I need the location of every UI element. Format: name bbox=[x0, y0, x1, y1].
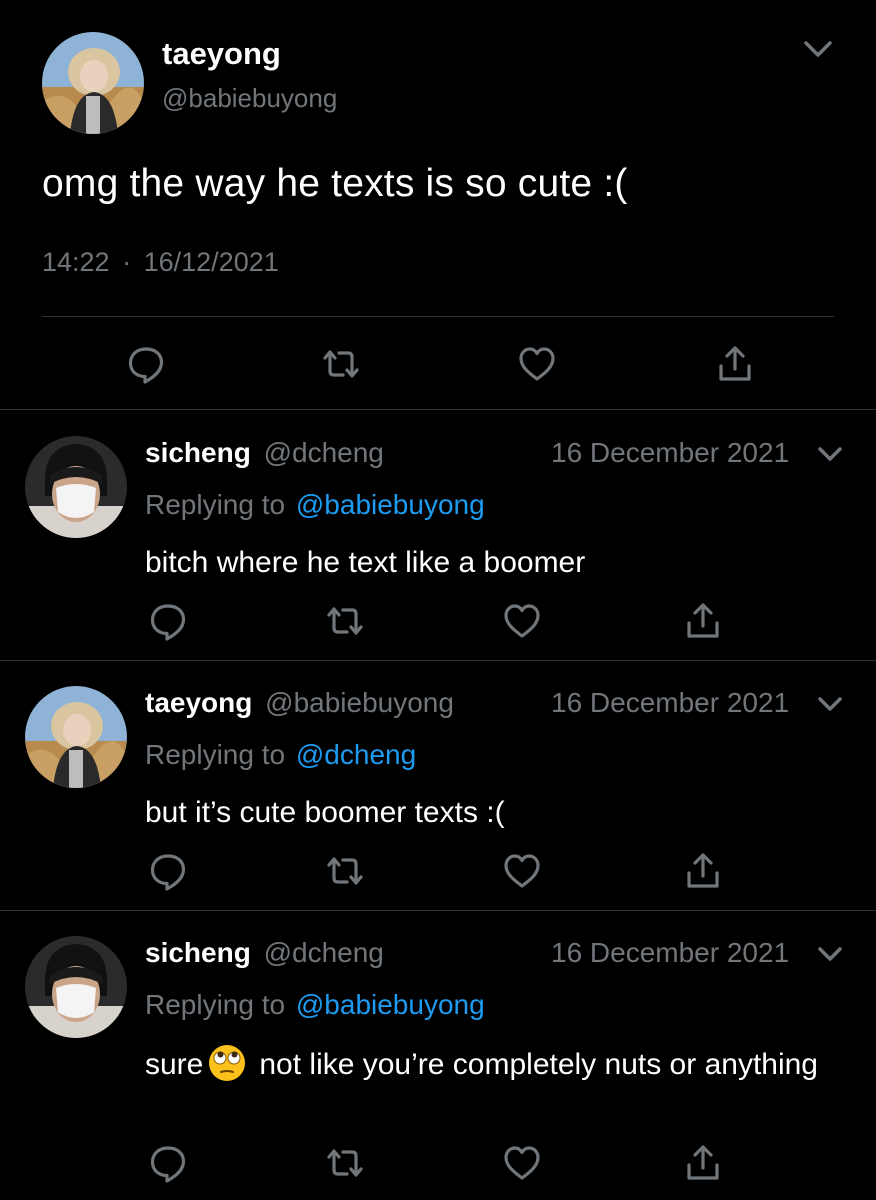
more-chevron-icon[interactable] bbox=[815, 944, 845, 966]
reply-author[interactable]: taeyong @babiebuyong bbox=[145, 687, 454, 719]
share-icon[interactable] bbox=[715, 344, 755, 384]
author-handle: @babiebuyong bbox=[265, 687, 454, 718]
reply-date[interactable]: 16 December 2021 bbox=[551, 437, 789, 469]
reply-author[interactable]: sicheng @dcheng bbox=[145, 937, 384, 969]
share-icon[interactable] bbox=[683, 1143, 723, 1183]
avatar-sicheng[interactable] bbox=[25, 936, 127, 1038]
reply-icon[interactable] bbox=[126, 344, 166, 384]
author-handle[interactable]: @babiebuyong bbox=[162, 83, 337, 114]
replying-to-label: Replying to bbox=[145, 989, 286, 1020]
reply-icon[interactable] bbox=[148, 851, 188, 891]
like-icon[interactable] bbox=[502, 601, 542, 641]
tweet-time: 14:22 bbox=[42, 247, 110, 277]
author-handle: @dcheng bbox=[263, 437, 384, 468]
replying-to-label: Replying to bbox=[145, 489, 286, 520]
more-chevron-icon[interactable] bbox=[815, 444, 845, 466]
author-display-name: taeyong bbox=[145, 687, 253, 718]
reply-text: sure not like you’re completely nuts or a… bbox=[145, 1043, 845, 1085]
timestamp-separator: · bbox=[122, 247, 132, 277]
reply-text: but it’s cute boomer texts :( bbox=[145, 796, 505, 829]
author-display-name[interactable]: taeyong bbox=[162, 36, 281, 72]
replying-to-handle[interactable]: @babiebuyong bbox=[296, 489, 485, 520]
replying-to: Replying to @babiebuyong bbox=[145, 989, 485, 1021]
tweet-text: omg the way he texts is so cute :( bbox=[42, 162, 628, 205]
replying-to-label: Replying to bbox=[145, 739, 286, 770]
like-icon[interactable] bbox=[517, 344, 557, 384]
face-with-rolling-eyes-icon bbox=[207, 1043, 247, 1083]
reply-author[interactable]: sicheng @dcheng bbox=[145, 437, 384, 469]
reply-text: bitch where he text like a boomer bbox=[145, 546, 586, 579]
tweet-timestamp[interactable]: 14:22 · 16/12/2021 bbox=[42, 247, 279, 278]
avatar-sicheng[interactable] bbox=[25, 436, 127, 538]
more-chevron-icon[interactable] bbox=[800, 35, 836, 63]
reply-date[interactable]: 16 December 2021 bbox=[551, 937, 789, 969]
replying-to: Replying to @dcheng bbox=[145, 739, 416, 771]
retweet-icon[interactable] bbox=[325, 851, 365, 891]
reply-tweet[interactable]: sicheng @dcheng 16 December 2021 Replyin… bbox=[0, 910, 876, 1200]
reply-icon[interactable] bbox=[148, 1143, 188, 1183]
reply-date[interactable]: 16 December 2021 bbox=[551, 687, 789, 719]
reply-text-part: not like you’re completely nuts or anyth… bbox=[259, 1048, 818, 1081]
replying-to-handle[interactable]: @babiebuyong bbox=[296, 989, 485, 1020]
like-icon[interactable] bbox=[502, 1143, 542, 1183]
reply-tweet[interactable]: taeyong @babiebuyong 16 December 2021 Re… bbox=[0, 660, 876, 910]
reply-tweet[interactable]: sicheng @dcheng 16 December 2021 Replyin… bbox=[0, 410, 876, 660]
reply-text-part: sure bbox=[145, 1048, 204, 1081]
reply-icon[interactable] bbox=[148, 601, 188, 641]
avatar-taeyong[interactable] bbox=[42, 32, 144, 134]
replying-to-handle[interactable]: @dcheng bbox=[296, 739, 416, 770]
avatar-taeyong[interactable] bbox=[25, 686, 127, 788]
more-chevron-icon[interactable] bbox=[815, 694, 845, 716]
retweet-icon[interactable] bbox=[325, 601, 365, 641]
author-display-name: sicheng bbox=[145, 437, 251, 468]
divider bbox=[42, 316, 834, 317]
share-icon[interactable] bbox=[683, 601, 723, 641]
share-icon[interactable] bbox=[683, 851, 723, 891]
author-handle: @dcheng bbox=[263, 937, 384, 968]
replying-to: Replying to @babiebuyong bbox=[145, 489, 485, 521]
retweet-icon[interactable] bbox=[321, 344, 361, 384]
like-icon[interactable] bbox=[502, 851, 542, 891]
tweet-date: 16/12/2021 bbox=[143, 247, 279, 277]
author-display-name: sicheng bbox=[145, 937, 251, 968]
retweet-icon[interactable] bbox=[325, 1143, 365, 1183]
